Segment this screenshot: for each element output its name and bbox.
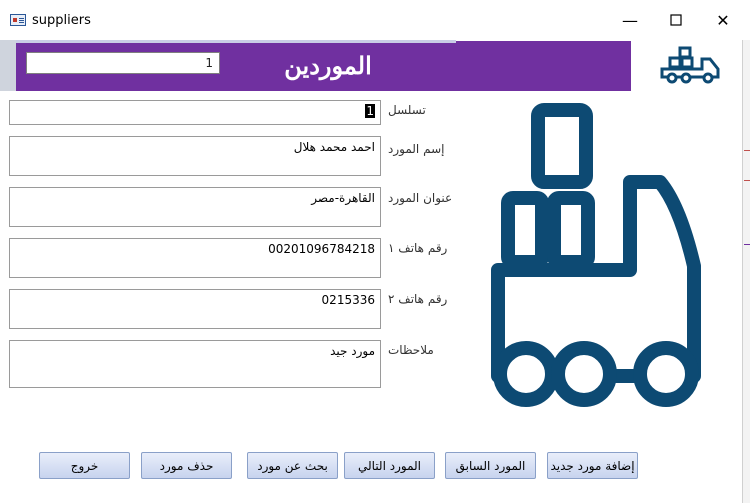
supplier-name-field[interactable]: احمد محمد هلال (9, 136, 381, 176)
record-number-box[interactable]: 1 (26, 52, 220, 74)
exit-button[interactable]: خروج (39, 452, 130, 479)
form-title: الموردين (284, 51, 372, 80)
sequence-value: 1 (365, 104, 375, 118)
truck-logo-icon (480, 96, 720, 444)
add-supplier-button[interactable]: إضافة مورد جديد (547, 452, 638, 479)
phone2-label: رقم هاتف ٢ (388, 292, 448, 306)
phone2-field[interactable]: 0215336 (9, 289, 381, 329)
previous-supplier-button[interactable]: المورد السابق (445, 452, 536, 479)
minimize-icon: — (622, 10, 638, 30)
window-title: suppliers (32, 13, 91, 28)
delete-supplier-button[interactable]: حذف مورد (141, 452, 232, 479)
supplier-address-field[interactable]: القاهرة-مصر (9, 187, 381, 227)
close-icon: ✕ (716, 10, 730, 30)
maximize-button[interactable] (656, 6, 696, 34)
next-supplier-button[interactable]: المورد التالي (344, 452, 435, 479)
search-supplier-button[interactable]: بحث عن مورد (247, 452, 338, 479)
close-button[interactable]: ✕ (703, 6, 743, 34)
sequence-label: تسلسل (388, 103, 426, 117)
supplier-name-label: إسم المورد (388, 142, 445, 156)
window-edge (742, 40, 750, 503)
header-highlight (16, 40, 456, 43)
truck-icon (658, 45, 722, 88)
access-form-icon (10, 14, 26, 26)
phone1-label: رقم هاتف ١ (388, 241, 448, 255)
notes-field[interactable]: مورد جيد (9, 340, 381, 388)
maximize-icon (670, 11, 682, 30)
edge-marker (744, 244, 750, 245)
edge-marker (744, 150, 750, 151)
phone1-field[interactable]: 00201096784218 (9, 238, 381, 278)
title-bar: suppliers — ✕ (0, 0, 750, 40)
notes-label: ملاحظات (388, 343, 434, 357)
sequence-field[interactable]: 1 (9, 100, 381, 125)
record-selector-strip (0, 40, 16, 91)
supplier-address-label: عنوان المورد (388, 191, 453, 205)
edge-marker (744, 180, 750, 181)
minimize-button[interactable]: — (610, 6, 650, 34)
